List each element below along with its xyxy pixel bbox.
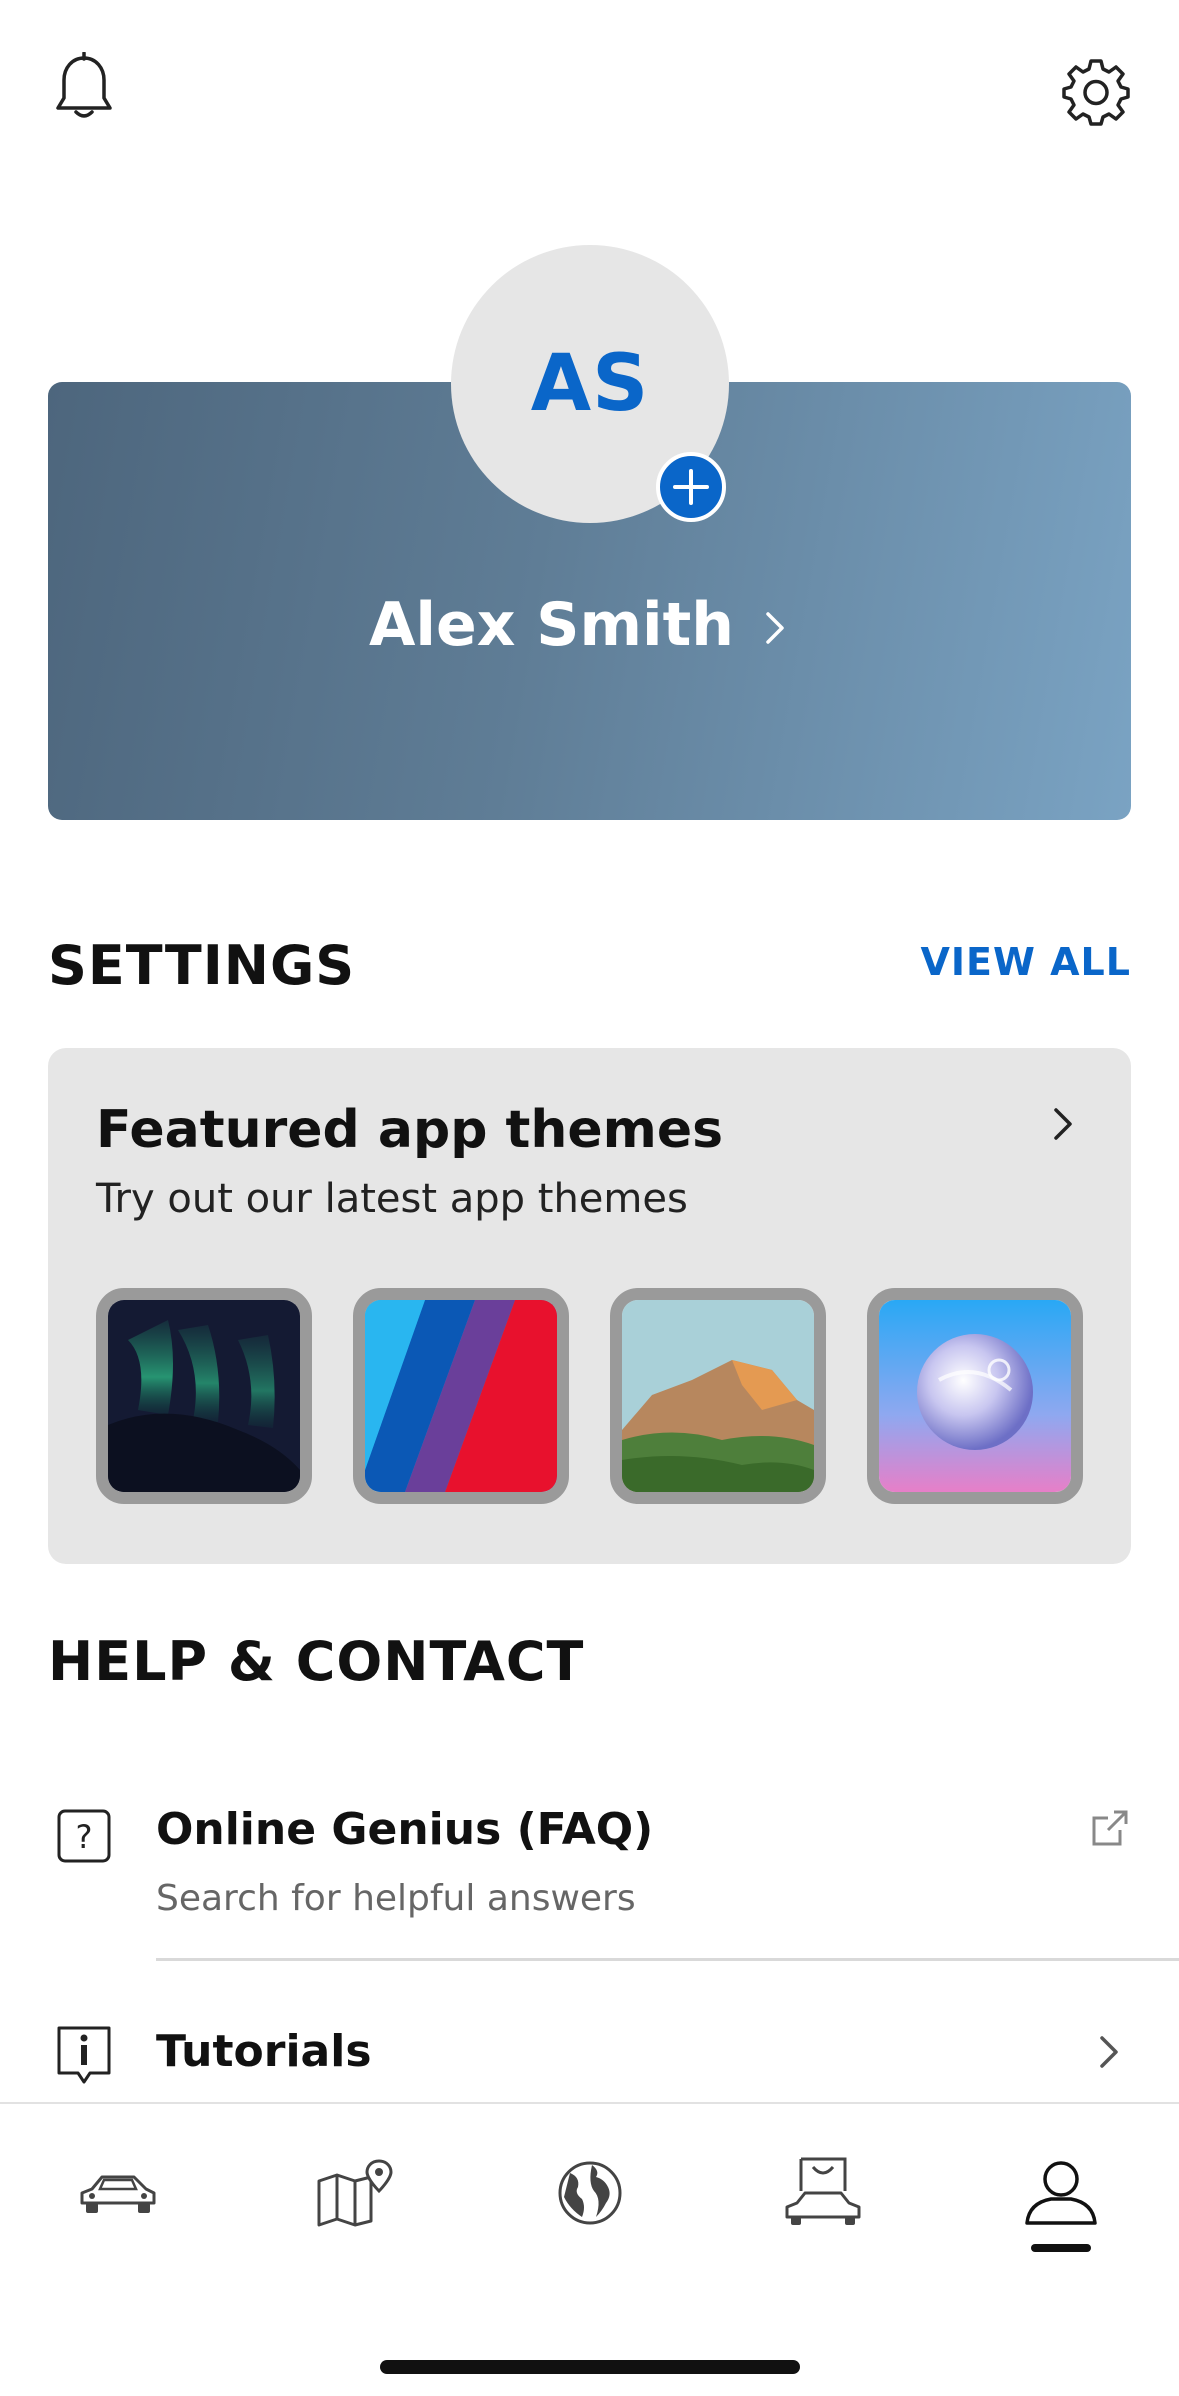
external-link-icon xyxy=(1092,1810,1128,1846)
plus-icon xyxy=(673,469,709,505)
themes-title: Featured app themes xyxy=(96,1100,724,1160)
mountain-theme-thumbnail[interactable] xyxy=(610,1288,826,1504)
divider xyxy=(156,1958,1179,1961)
faq-subtitle: Search for helpful answers xyxy=(156,1878,636,1919)
profile-name-row[interactable]: Alex Smith xyxy=(48,590,1131,660)
bell-icon[interactable] xyxy=(52,52,116,124)
settings-section-title: SETTINGS xyxy=(48,934,356,997)
themes-subtitle: Try out our latest app themes xyxy=(96,1176,688,1222)
chevron-right-icon xyxy=(766,612,784,644)
home-indicator[interactable] xyxy=(380,2360,800,2374)
faq-list-item[interactable]: ? Online Genius (FAQ) Search for helpful… xyxy=(0,1790,1179,1961)
view-all-link[interactable]: VIEW ALL xyxy=(921,940,1132,984)
globe-icon xyxy=(558,2161,622,2225)
tab-shop[interactable] xyxy=(768,2148,878,2238)
profile-name: Alex Smith xyxy=(369,590,734,660)
m-stripes-theme-thumbnail[interactable] xyxy=(353,1288,569,1504)
bottom-tab-bar xyxy=(0,2102,1179,2396)
profile-icon xyxy=(1025,2161,1097,2225)
tutorials-title: Tutorials xyxy=(156,2026,372,2077)
aurora-theme-thumbnail[interactable] xyxy=(96,1288,312,1504)
svg-text:?: ? xyxy=(76,1818,93,1856)
shop-car-icon xyxy=(785,2157,861,2225)
active-tab-indicator xyxy=(1031,2244,1091,2252)
info-icon xyxy=(57,2026,111,2084)
gear-icon[interactable] xyxy=(1060,56,1132,128)
tutorials-list-item[interactable]: Tutorials xyxy=(0,1990,1179,2100)
avatar-initials: AS xyxy=(530,339,650,429)
help-contact-section-title: HELP & CONTACT xyxy=(48,1630,585,1693)
question-icon: ? xyxy=(57,1809,111,1863)
featured-themes-card[interactable]: Featured app themes Try out our latest a… xyxy=(48,1048,1131,1564)
car-icon xyxy=(80,2175,156,2213)
map-pin-icon xyxy=(317,2159,393,2227)
sphere-theme-thumbnail[interactable] xyxy=(867,1288,1083,1504)
chevron-right-icon xyxy=(1054,1108,1072,1140)
faq-title: Online Genius (FAQ) xyxy=(156,1804,654,1855)
tab-vehicle[interactable] xyxy=(63,2148,173,2238)
add-photo-button[interactable] xyxy=(656,452,726,522)
tab-explore[interactable] xyxy=(535,2148,645,2238)
tab-profile[interactable] xyxy=(1006,2148,1116,2238)
chevron-right-icon xyxy=(1100,2036,1118,2068)
tab-map[interactable] xyxy=(300,2148,410,2238)
